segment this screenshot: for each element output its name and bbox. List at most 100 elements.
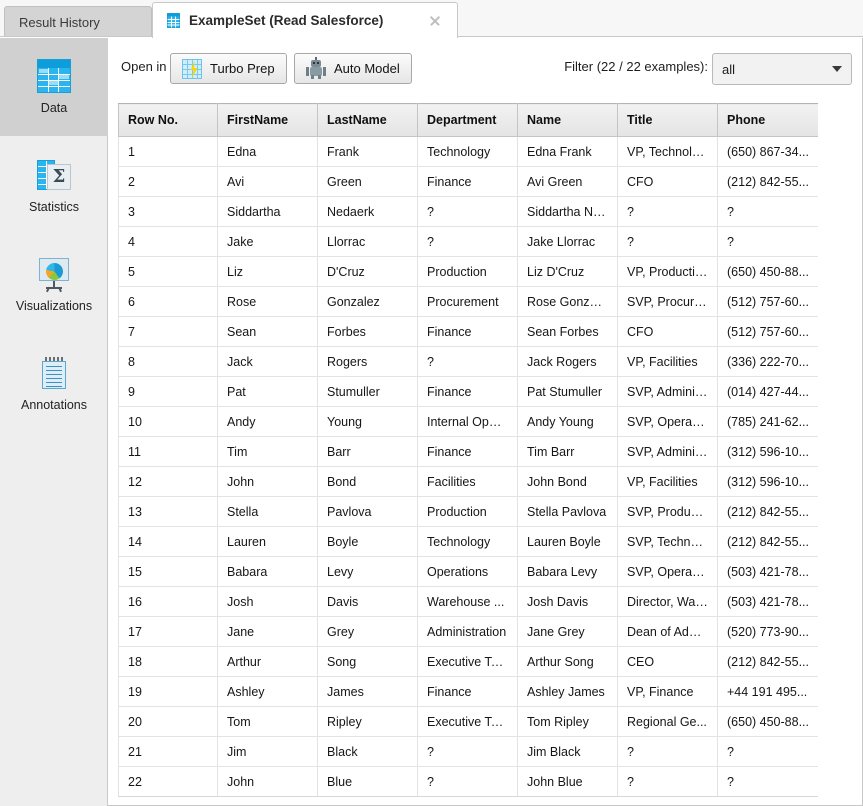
table-cell: Andy Young: [518, 407, 618, 437]
table-cell: SVP, Adminis...: [618, 437, 718, 467]
table-cell: 10: [119, 407, 218, 437]
table-cell: (336) 222-70...: [718, 347, 819, 377]
table-row[interactable]: 11TimBarrFinanceTim BarrSVP, Adminis...(…: [119, 437, 819, 467]
table-cell: Finance: [418, 317, 518, 347]
table-row[interactable]: 20TomRipleyExecutive Tea...Tom RipleyReg…: [119, 707, 819, 737]
table-row[interactable]: 19AshleyJamesFinanceAshley JamesVP, Fina…: [119, 677, 819, 707]
sidebar-item-data-label: Data: [41, 102, 67, 115]
table-cell: Rogers: [318, 347, 418, 377]
table-cell: Forbes: [318, 317, 418, 347]
table-cell: Jim: [218, 737, 318, 767]
table-cell: (650) 867-34...: [718, 137, 819, 167]
table-cell: (520) 773-90...: [718, 617, 819, 647]
table-cell: SVP, Adminis...: [618, 377, 718, 407]
table-cell: Jake Llorrac: [518, 227, 618, 257]
result-view-window: Result History ExampleSet (Read Salesfor…: [0, 0, 863, 806]
table-cell: (212) 842-55...: [718, 647, 819, 677]
sidebar-item-data[interactable]: Data: [0, 37, 108, 136]
table-cell: James: [318, 677, 418, 707]
table-cell: (212) 842-55...: [718, 167, 819, 197]
table-cell: Production: [418, 257, 518, 287]
table-cell: 7: [119, 317, 218, 347]
table-row[interactable]: 14LaurenBoyleTechnologyLauren BoyleSVP, …: [119, 527, 819, 557]
table-cell: Regional Ge...: [618, 707, 718, 737]
sidebar-item-statistics[interactable]: Σ Statistics: [0, 136, 108, 235]
table-cell: VP, Production: [618, 257, 718, 287]
column-header-name[interactable]: Name: [518, 104, 618, 137]
robot-icon: [306, 59, 326, 79]
table-cell: Pat: [218, 377, 318, 407]
auto-model-button[interactable]: Auto Model: [294, 53, 412, 84]
tab-strip: Result History ExampleSet (Read Salesfor…: [0, 0, 863, 38]
table-row[interactable]: 3SiddarthaNedaerk?Siddartha Ne...??: [119, 197, 819, 227]
table-row[interactable]: 17JaneGreyAdministrationJane GreyDean of…: [119, 617, 819, 647]
table-cell: Arthur: [218, 647, 318, 677]
sidebar-item-visualizations[interactable]: Visualizations: [0, 235, 108, 334]
sigma-icon: Σ: [37, 158, 71, 192]
table-cell: Facilities: [418, 467, 518, 497]
close-icon[interactable]: [427, 13, 443, 29]
filter-dropdown[interactable]: all: [712, 53, 852, 85]
sidebar-item-annotations[interactable]: Annotations: [0, 334, 108, 433]
table-cell: 22: [119, 767, 218, 797]
table-cell: (503) 421-78...: [718, 557, 819, 587]
table-cell: 16: [119, 587, 218, 617]
table-row[interactable]: 7SeanForbesFinanceSean ForbesCFO(512) 75…: [119, 317, 819, 347]
table-row[interactable]: 10AndyYoungInternal Oper...Andy YoungSVP…: [119, 407, 819, 437]
table-cell: 5: [119, 257, 218, 287]
table-cell: Nedaerk: [318, 197, 418, 227]
table-row[interactable]: 13StellaPavlovaProductionStella PavlovaS…: [119, 497, 819, 527]
table-cell: Grey: [318, 617, 418, 647]
table-row[interactable]: 8JackRogers?Jack RogersVP, Facilities(33…: [119, 347, 819, 377]
column-header-department[interactable]: Department: [418, 104, 518, 137]
view-mode-rail: Data Σ Statistics: [0, 37, 108, 806]
tab-active-bottom-patch: [153, 37, 457, 40]
table-cell: (650) 450-88...: [718, 257, 819, 287]
table-cell: +44 191 495...: [718, 677, 819, 707]
table-cell: Pat Stumuller: [518, 377, 618, 407]
table-cell: 6: [119, 287, 218, 317]
table-row[interactable]: 21JimBlack?Jim Black??: [119, 737, 819, 767]
column-header-phone[interactable]: Phone: [718, 104, 819, 137]
table-row[interactable]: 12JohnBondFacilitiesJohn BondVP, Facilit…: [119, 467, 819, 497]
data-table-container[interactable]: Row No.FirstNameLastNameDepartmentNameTi…: [118, 103, 818, 806]
table-row[interactable]: 2AviGreenFinanceAvi GreenCFO(212) 842-55…: [119, 167, 819, 197]
table-cell: John Bond: [518, 467, 618, 497]
column-header-lastname[interactable]: LastName: [318, 104, 418, 137]
auto-model-label: Auto Model: [334, 61, 400, 76]
table-cell: Llorrac: [318, 227, 418, 257]
table-cell: Siddartha Ne...: [518, 197, 618, 227]
table-cell: Technology: [418, 527, 518, 557]
table-cell: 19: [119, 677, 218, 707]
table-row[interactable]: 5LizD'CruzProductionLiz D'CruzVP, Produc…: [119, 257, 819, 287]
table-cell: Liz: [218, 257, 318, 287]
table-cell: Tom: [218, 707, 318, 737]
column-header-firstname[interactable]: FirstName: [218, 104, 318, 137]
table-row[interactable]: 4JakeLlorrac?Jake Llorrac??: [119, 227, 819, 257]
table-row[interactable]: 16JoshDavisWarehouse ...Josh DavisDirect…: [119, 587, 819, 617]
table-row[interactable]: 18ArthurSongExecutive Tea...Arthur SongC…: [119, 647, 819, 677]
table-cell: CFO: [618, 167, 718, 197]
turbo-prep-button[interactable]: Turbo Prep: [170, 53, 287, 84]
table-row[interactable]: 22JohnBlue?John Blue??: [119, 767, 819, 797]
table-cell: Procurement: [418, 287, 518, 317]
tab-exampleset[interactable]: ExampleSet (Read Salesforce): [152, 2, 458, 38]
table-row[interactable]: 6RoseGonzalezProcurementRose GonzalezSVP…: [119, 287, 819, 317]
column-header-row-no[interactable]: Row No.: [119, 104, 218, 137]
table-header-row: Row No.FirstNameLastNameDepartmentNameTi…: [119, 104, 819, 137]
tab-exampleset-label: ExampleSet (Read Salesforce): [189, 13, 419, 28]
table-cell: ?: [418, 197, 518, 227]
table-row[interactable]: 1EdnaFrankTechnologyEdna FrankVP, Techno…: [119, 137, 819, 167]
table-cell: 4: [119, 227, 218, 257]
data-table: Row No.FirstNameLastNameDepartmentNameTi…: [118, 103, 818, 797]
tab-result-history[interactable]: Result History: [4, 6, 152, 38]
filter-label: Filter (22 / 22 examples):: [564, 59, 708, 74]
table-cell: VP, Facilities: [618, 467, 718, 497]
pie-chart-icon: [37, 257, 71, 291]
table-cell: CFO: [618, 317, 718, 347]
column-header-title[interactable]: Title: [618, 104, 718, 137]
tab-result-history-label: Result History: [19, 15, 137, 30]
table-row[interactable]: 9PatStumullerFinancePat StumullerSVP, Ad…: [119, 377, 819, 407]
table-row[interactable]: 15BabaraLevyOperationsBabara LevySVP, Op…: [119, 557, 819, 587]
table-cell: VP, Facilities: [618, 347, 718, 377]
